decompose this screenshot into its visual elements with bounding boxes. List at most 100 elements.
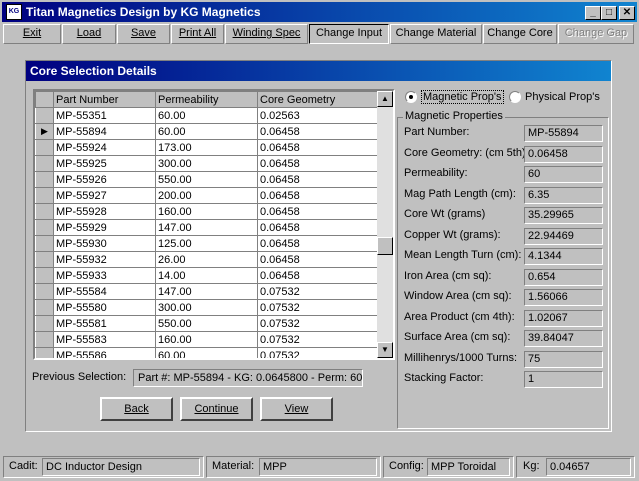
table-row[interactable]: ▶ MP-55894 60.00 0.06458	[35, 123, 378, 140]
row-selector-cell[interactable]	[35, 219, 54, 236]
core-geometry-cell[interactable]: 0.06458	[257, 123, 378, 140]
core-geometry-cell[interactable]: 0.06458	[257, 235, 378, 252]
scroll-down-arrow-icon[interactable]: ▼	[377, 342, 393, 358]
back-button[interactable]: Back	[100, 397, 173, 421]
row-selector-cell[interactable]	[35, 171, 54, 188]
permeability-cell[interactable]: 173.00	[155, 139, 258, 156]
part-number-cell[interactable]: MP-55925	[53, 155, 156, 172]
part-number-cell[interactable]: MP-55586	[53, 347, 156, 358]
load-button[interactable]: Load	[62, 24, 116, 44]
permeability-cell[interactable]: 300.00	[155, 299, 258, 316]
permeability-cell[interactable]: 147.00	[155, 283, 258, 300]
permeability-cell[interactable]: 147.00	[155, 219, 258, 236]
core-geometry-cell[interactable]: 0.06458	[257, 155, 378, 172]
change-input-button[interactable]: Change Input	[309, 24, 389, 44]
change-core-button[interactable]: Change Core	[483, 24, 557, 44]
column-header-core-geometry[interactable]: Core Geometry	[257, 91, 378, 108]
table-row[interactable]: MP-55925 300.00 0.06458	[35, 155, 378, 172]
table-row[interactable]: MP-55581 550.00 0.07532	[35, 315, 378, 332]
winding-spec-button[interactable]: Winding Spec	[225, 24, 308, 44]
part-number-cell[interactable]: MP-55584	[53, 283, 156, 300]
table-row[interactable]: MP-55932 26.00 0.06458	[35, 251, 378, 268]
row-selector-cell[interactable]	[35, 267, 54, 284]
physical-props-radio[interactable]: Physical Prop's	[509, 89, 600, 105]
row-selector-cell[interactable]	[35, 299, 54, 316]
core-geometry-cell[interactable]: 0.06458	[257, 251, 378, 268]
permeability-cell[interactable]: 125.00	[155, 235, 258, 252]
row-selector-cell[interactable]	[35, 203, 54, 220]
row-selector-cell[interactable]	[35, 315, 54, 332]
core-geometry-cell[interactable]: 0.07532	[257, 331, 378, 348]
permeability-cell[interactable]: 14.00	[155, 267, 258, 284]
part-number-cell[interactable]: MP-55581	[53, 315, 156, 332]
core-grid[interactable]: Part Number Permeability Core Geometry M…	[33, 89, 395, 360]
permeability-cell[interactable]: 550.00	[155, 315, 258, 332]
row-selector-cell[interactable]	[35, 187, 54, 204]
permeability-cell[interactable]: 26.00	[155, 251, 258, 268]
row-selector-cell[interactable]	[35, 235, 54, 252]
table-row[interactable]: MP-55580 300.00 0.07532	[35, 299, 378, 316]
table-row[interactable]: MP-55930 125.00 0.06458	[35, 235, 378, 252]
part-number-cell[interactable]: MP-55351	[53, 107, 156, 124]
close-button[interactable]: ✕	[619, 6, 635, 20]
table-row[interactable]: MP-55926 550.00 0.06458	[35, 171, 378, 188]
column-header-permeability[interactable]: Permeability	[155, 91, 258, 108]
table-row[interactable]: MP-55584 147.00 0.07532	[35, 283, 378, 300]
row-selector-cell[interactable]	[35, 347, 54, 358]
permeability-cell[interactable]: 60.00	[155, 123, 258, 140]
change-material-button[interactable]: Change Material	[390, 24, 482, 44]
core-geometry-cell[interactable]: 0.07532	[257, 315, 378, 332]
save-button[interactable]: Save	[117, 24, 170, 44]
table-row[interactable]: MP-55928 160.00 0.06458	[35, 203, 378, 220]
magnetic-props-radio[interactable]: Magnetic Prop's	[405, 89, 504, 105]
core-geometry-cell[interactable]: 0.06458	[257, 171, 378, 188]
row-selector-cell[interactable]	[35, 283, 54, 300]
row-selector-cell[interactable]	[35, 107, 54, 124]
core-geometry-cell[interactable]: 0.06458	[257, 267, 378, 284]
part-number-cell[interactable]: MP-55580	[53, 299, 156, 316]
scrollbar-thumb[interactable]	[377, 237, 393, 255]
permeability-cell[interactable]: 300.00	[155, 155, 258, 172]
part-number-cell[interactable]: MP-55894	[53, 123, 156, 140]
view-button[interactable]: View	[260, 397, 333, 421]
maximize-button[interactable]: □	[601, 6, 617, 20]
core-geometry-cell[interactable]: 0.02563	[257, 107, 378, 124]
part-number-cell[interactable]: MP-55583	[53, 331, 156, 348]
table-row[interactable]: MP-55924 173.00 0.06458	[35, 139, 378, 156]
continue-button[interactable]: Continue	[180, 397, 253, 421]
permeability-cell[interactable]: 60.00	[155, 107, 258, 124]
table-row[interactable]: MP-55933 14.00 0.06458	[35, 267, 378, 284]
core-geometry-cell[interactable]: 0.07532	[257, 347, 378, 358]
core-geometry-cell[interactable]: 0.07532	[257, 299, 378, 316]
part-number-cell[interactable]: MP-55932	[53, 251, 156, 268]
part-number-cell[interactable]: MP-55927	[53, 187, 156, 204]
core-geometry-cell[interactable]: 0.06458	[257, 219, 378, 236]
column-header-part-number[interactable]: Part Number	[53, 91, 156, 108]
part-number-cell[interactable]: MP-55930	[53, 235, 156, 252]
core-geometry-cell[interactable]: 0.06458	[257, 139, 378, 156]
table-row[interactable]: MP-55586 60.00 0.07532	[35, 347, 378, 358]
part-number-cell[interactable]: MP-55924	[53, 139, 156, 156]
permeability-cell[interactable]: 160.00	[155, 203, 258, 220]
part-number-cell[interactable]: MP-55929	[53, 219, 156, 236]
row-selector-cell[interactable]	[35, 331, 54, 348]
part-number-cell[interactable]: MP-55926	[53, 171, 156, 188]
core-geometry-cell[interactable]: 0.06458	[257, 203, 378, 220]
grid-vertical-scrollbar[interactable]: ▲ ▼	[377, 91, 393, 358]
core-geometry-cell[interactable]: 0.07532	[257, 283, 378, 300]
minimize-button[interactable]: _	[585, 6, 601, 20]
current-row-indicator-icon[interactable]: ▶	[35, 123, 54, 140]
part-number-cell[interactable]: MP-55928	[53, 203, 156, 220]
scroll-up-arrow-icon[interactable]: ▲	[377, 91, 393, 107]
table-row[interactable]: MP-55929 147.00 0.06458	[35, 219, 378, 236]
print-all-button[interactable]: Print All	[171, 24, 224, 44]
table-row[interactable]: MP-55583 160.00 0.07532	[35, 331, 378, 348]
row-selector-cell[interactable]	[35, 139, 54, 156]
exit-button[interactable]: Exit	[3, 24, 61, 44]
permeability-cell[interactable]: 200.00	[155, 187, 258, 204]
row-selector-cell[interactable]	[35, 251, 54, 268]
permeability-cell[interactable]: 550.00	[155, 171, 258, 188]
permeability-cell[interactable]: 60.00	[155, 347, 258, 358]
permeability-cell[interactable]: 160.00	[155, 331, 258, 348]
table-row[interactable]: MP-55927 200.00 0.06458	[35, 187, 378, 204]
